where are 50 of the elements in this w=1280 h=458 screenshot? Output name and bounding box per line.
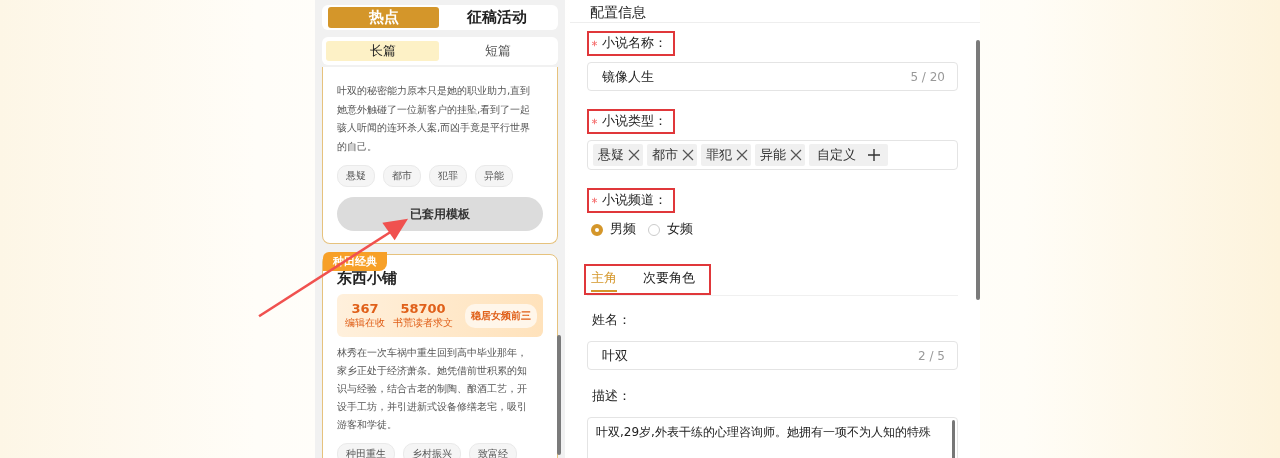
scrollbar-thumb[interactable]: [976, 40, 980, 300]
field-value: 叶双: [602, 346, 628, 365]
tag: 致富经: [469, 443, 517, 458]
card-title: 东西小铺: [337, 269, 398, 288]
radio-option[interactable]: 男频: [591, 221, 636, 238]
tag: 种田重生: [337, 443, 395, 458]
card-description: 林秀在一次车祸中重生回到高中毕业那年，家乡正处于经济萧条。她凭借前世积累的知识与经验，结合古老的制陶、酿酒工艺，开设手工坊，并引进新式设备修缮老宅，吸引游客和学徒。: [337, 345, 528, 432]
tag: 异能: [475, 165, 513, 187]
genre-chip: 罪犯: [701, 144, 751, 166]
stat-value: 58700: [400, 301, 446, 316]
card-description: 叶双的秘密能力原本只是她的职业助力,直到她意外触碰了一位新客户的挂坠,看到了一起骇人听闻的连环杀人案,而凶手竟是平行世界的自己。: [337, 83, 532, 154]
remove-icon[interactable]: [790, 149, 802, 161]
length-tab[interactable]: 短篇: [441, 41, 554, 61]
plus-icon: [868, 149, 880, 161]
genre-chip: 异能: [755, 144, 805, 166]
description-textarea[interactable]: 叶双,29岁,外表干练的心理咨询师。她拥有一项不为人知的特殊: [587, 417, 958, 458]
scrollbar-thumb[interactable]: [557, 335, 561, 455]
stat-label: 编辑在收: [345, 316, 385, 330]
tag-input[interactable]: 悬疑 都市 罪犯 异能 自定义: [587, 140, 958, 170]
input-field[interactable]: 镜像人生 5 / 20: [587, 62, 958, 91]
char-count: 5 / 20: [910, 69, 945, 84]
tag: 悬疑: [337, 165, 375, 187]
field-label: 描述：: [591, 387, 632, 405]
stat-label: 书荒读者求文: [393, 316, 453, 330]
genre-chip: 都市: [647, 144, 697, 166]
genre-chip: 悬疑: [593, 144, 643, 166]
category-tab[interactable]: 征稿活动: [441, 7, 552, 28]
applied-button[interactable]: 已套用模板: [337, 197, 543, 231]
char-count: 2 / 5: [918, 348, 945, 363]
tag: 犯罪: [429, 165, 467, 187]
tag: 都市: [383, 165, 421, 187]
custom-tag-button[interactable]: 自定义: [809, 144, 888, 166]
input-field[interactable]: 叶双 2 / 5: [587, 341, 958, 370]
field-label: 姓名：: [591, 311, 632, 329]
radio-option[interactable]: 女频: [648, 221, 693, 238]
panel-title: 配置信息: [570, 0, 980, 23]
tag: 乡村振兴: [403, 443, 461, 458]
remove-icon[interactable]: [682, 149, 694, 161]
radio-button[interactable]: [591, 223, 603, 236]
field-value: 叶双,29岁,外表干练的心理咨询师。她拥有一项不为人知的特殊: [596, 425, 931, 439]
label-text: 小说类型：: [602, 112, 667, 130]
remove-icon[interactable]: [736, 149, 748, 161]
stat-value: 367: [351, 301, 379, 316]
remove-icon[interactable]: [628, 149, 640, 161]
field-value: 镜像人生: [602, 67, 654, 86]
role-tab[interactable]: 次要角色: [643, 269, 695, 292]
length-tab[interactable]: 长篇: [326, 41, 439, 61]
label-text: 小说频道：: [602, 191, 667, 209]
label-text: 小说名称：: [602, 34, 667, 52]
highlight-badge: 稳居女频前三: [465, 303, 537, 328]
